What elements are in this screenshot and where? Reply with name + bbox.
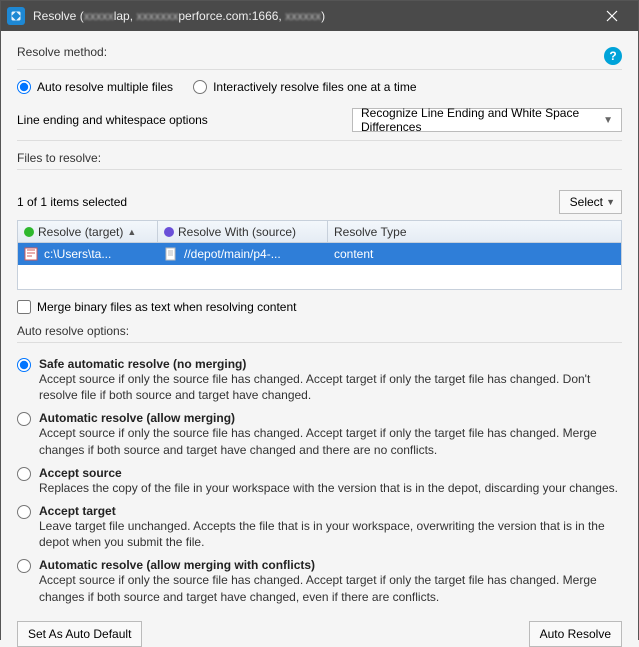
files-to-resolve-label: Files to resolve: — [17, 151, 622, 165]
chevron-down-icon: ▼ — [606, 197, 615, 207]
app-icon — [7, 7, 25, 25]
opt-desc: Accept source if only the source file ha… — [39, 371, 622, 403]
radio-interactive-resolve-label: Interactively resolve files one at a tim… — [213, 80, 416, 94]
table-row[interactable]: c:\Users\ta... //depot/main/p4-... conte… — [18, 243, 621, 265]
opt-title: Accept target — [39, 504, 622, 518]
table-header: Resolve (target) ▲ Resolve With (source)… — [18, 221, 621, 243]
merge-binary-checkbox[interactable]: Merge binary files as text when resolvin… — [17, 300, 622, 314]
cell-target: c:\Users\ta... — [44, 247, 111, 261]
opt-safe-auto-radio[interactable] — [17, 358, 31, 372]
radio-auto-resolve[interactable]: Auto resolve multiple files — [17, 80, 173, 94]
col-resolve-target[interactable]: Resolve (target) ▲ — [18, 221, 158, 242]
merge-binary-label: Merge binary files as text when resolvin… — [37, 300, 296, 314]
opt-accept-target-radio[interactable] — [17, 505, 31, 519]
cell-source: //depot/main/p4-... — [184, 247, 281, 261]
opt-accept-target[interactable]: Accept target Leave target file unchange… — [17, 504, 622, 550]
close-button[interactable] — [592, 1, 632, 31]
merge-binary-input[interactable] — [17, 300, 31, 314]
opt-auto-merge-conflicts[interactable]: Automatic resolve (allow merging with co… — [17, 558, 622, 604]
select-button[interactable]: Select ▼ — [559, 190, 622, 214]
opt-title: Accept source — [39, 466, 622, 480]
opt-title: Safe automatic resolve (no merging) — [39, 357, 622, 371]
select-button-label: Select — [570, 195, 603, 209]
opt-desc: Accept source if only the source file ha… — [39, 572, 622, 604]
opt-safe-auto[interactable]: Safe automatic resolve (no merging) Acce… — [17, 357, 622, 403]
sort-asc-icon: ▲ — [127, 227, 136, 237]
radio-auto-resolve-input[interactable] — [17, 80, 31, 94]
file-icon — [164, 247, 178, 261]
help-icon[interactable]: ? — [604, 47, 622, 65]
col-resolve-source[interactable]: Resolve With (source) — [158, 221, 328, 242]
col-resolve-type[interactable]: Resolve Type — [328, 221, 621, 242]
file-icon — [24, 247, 38, 261]
chevron-down-icon: ▼ — [603, 115, 613, 126]
opt-accept-source-radio[interactable] — [17, 467, 31, 481]
opt-title: Automatic resolve (allow merging with co… — [39, 558, 622, 572]
set-as-default-button[interactable]: Set As Auto Default — [17, 621, 142, 647]
radio-auto-resolve-label: Auto resolve multiple files — [37, 80, 173, 94]
selection-count: 1 of 1 items selected — [17, 195, 127, 209]
opt-desc: Accept source if only the source file ha… — [39, 425, 622, 457]
target-dot-icon — [24, 227, 34, 237]
line-ending-dropdown[interactable]: Recognize Line Ending and White Space Di… — [352, 108, 622, 132]
cell-type: content — [334, 247, 373, 261]
radio-interactive-resolve-input[interactable] — [193, 80, 207, 94]
opt-auto-merge[interactable]: Automatic resolve (allow merging) Accept… — [17, 411, 622, 457]
line-ending-label: Line ending and whitespace options — [17, 113, 208, 127]
files-table: Resolve (target) ▲ Resolve With (source)… — [17, 220, 622, 290]
titlebar: Resolve (xxxxxlap, xxxxxxxperforce.com:1… — [1, 1, 638, 31]
line-ending-selected: Recognize Line Ending and White Space Di… — [361, 106, 603, 134]
opt-desc: Replaces the copy of the file in your wo… — [39, 480, 622, 496]
window-title: Resolve (xxxxxlap, xxxxxxxperforce.com:1… — [33, 9, 592, 23]
opt-auto-merge-radio[interactable] — [17, 412, 31, 426]
opt-desc: Leave target file unchanged. Accepts the… — [39, 518, 622, 550]
opt-accept-source[interactable]: Accept source Replaces the copy of the f… — [17, 466, 622, 496]
source-dot-icon — [164, 227, 174, 237]
opt-title: Automatic resolve (allow merging) — [39, 411, 622, 425]
auto-resolve-options-label: Auto resolve options: — [17, 324, 622, 338]
opt-auto-merge-conflicts-radio[interactable] — [17, 559, 31, 573]
radio-interactive-resolve[interactable]: Interactively resolve files one at a tim… — [193, 80, 416, 94]
resolve-method-label: Resolve method: — [17, 45, 107, 59]
resolve-method-group: Auto resolve multiple files Interactivel… — [17, 80, 622, 94]
auto-resolve-options: Safe automatic resolve (no merging) Acce… — [17, 357, 622, 613]
auto-resolve-button[interactable]: Auto Resolve — [529, 621, 622, 647]
